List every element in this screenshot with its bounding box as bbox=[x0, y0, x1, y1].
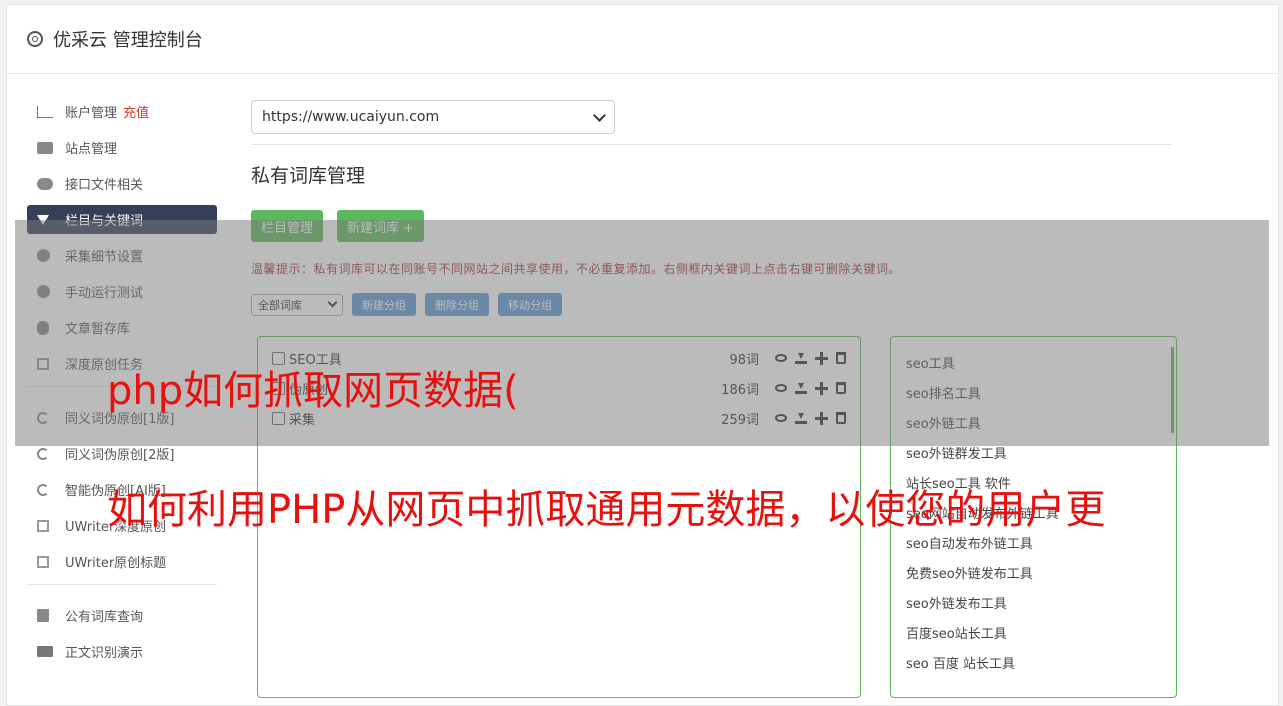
book-icon bbox=[37, 609, 49, 622]
gear-icon bbox=[27, 31, 43, 47]
sidebar-item-uwriter-title[interactable]: UWriter原创标题 bbox=[27, 547, 217, 576]
sidebar-item-sites[interactable]: 站点管理 bbox=[27, 133, 217, 162]
refresh-icon bbox=[37, 483, 49, 496]
sidebar-item-label: 接口文件相关 bbox=[65, 178, 144, 193]
sidebar-item-label: 站点管理 bbox=[65, 142, 118, 157]
server-icon bbox=[37, 141, 53, 154]
edit-icon bbox=[37, 555, 49, 568]
header: 优采云 管理控制台 bbox=[7, 5, 1278, 74]
page-title: 私有词库管理 bbox=[251, 165, 366, 187]
divider bbox=[251, 144, 1171, 145]
overlay-headline-2: 如何利用PHP从网页中抓取通用元数据，以使您的用户更 bbox=[107, 487, 1106, 533]
sidebar-item-label: 正文识别演示 bbox=[65, 646, 144, 661]
overlay-headline-1: php如何抓取网页数据( bbox=[107, 368, 519, 414]
keyword-item[interactable]: 免费seo外链发布工具 bbox=[891, 557, 1176, 587]
sidebar-item-label: 同义词伪原创[2版] bbox=[65, 448, 175, 463]
keyword-item[interactable]: seo 百度 站长工具 bbox=[891, 647, 1176, 677]
bar-chart-icon bbox=[37, 105, 53, 118]
sidebar-divider bbox=[27, 584, 217, 585]
recharge-link[interactable]: 充值 bbox=[123, 102, 149, 121]
sidebar-item-label: 公有词库查询 bbox=[65, 610, 144, 625]
sidebar-item-public-lexicon[interactable]: 公有词库查询 bbox=[27, 601, 217, 630]
keyword-item[interactable]: seo外链发布工具 bbox=[891, 587, 1176, 617]
keyword-item[interactable]: 百度seo站长工具 bbox=[891, 617, 1176, 647]
edit-icon bbox=[37, 519, 49, 532]
sidebar-item-label: 账户管理 bbox=[65, 106, 118, 121]
cloud-upload-icon bbox=[37, 177, 53, 190]
chevron-down-icon bbox=[593, 108, 606, 122]
sidebar-item-api[interactable]: 接口文件相关 bbox=[27, 169, 217, 198]
page-header-title: 优采云 管理控制台 bbox=[53, 30, 203, 51]
sidebar-item-text-recognition[interactable]: 正文识别演示 bbox=[27, 637, 217, 666]
site-select[interactable]: https://www.ucaiyun.com bbox=[251, 100, 615, 134]
site-select-value: https://www.ucaiyun.com bbox=[262, 109, 440, 125]
monitor-icon bbox=[37, 646, 53, 657]
refresh-icon bbox=[37, 447, 49, 460]
sidebar-item-account[interactable]: 账户管理 充值 bbox=[27, 97, 217, 126]
sidebar-item-label: UWriter原创标题 bbox=[65, 556, 167, 571]
